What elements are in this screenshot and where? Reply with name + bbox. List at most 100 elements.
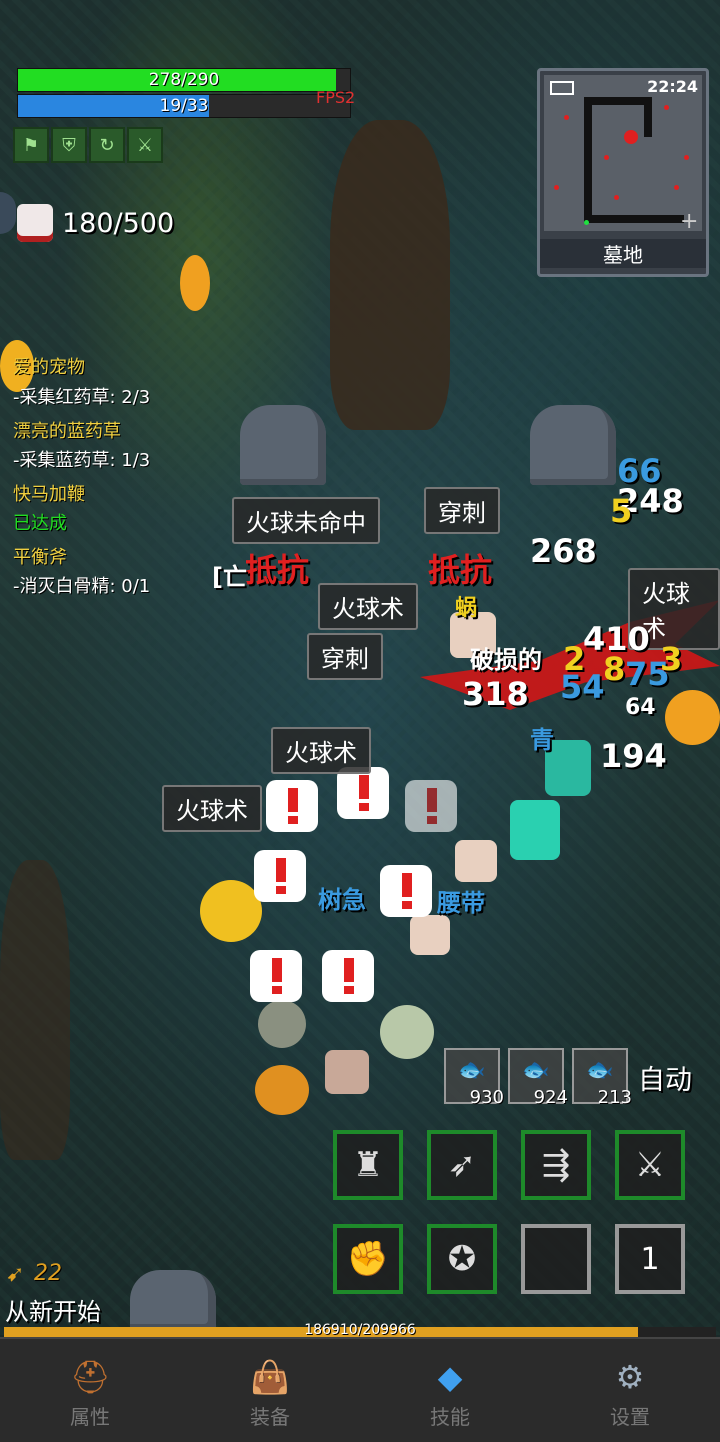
quest-title[interactable]: 平衡斧 [13,546,67,570]
enemy-dot [564,115,569,120]
tab-label: 属性 [70,1405,110,1429]
ghost[interactable] [258,1000,306,1048]
xp-bar: 186910/209966 [4,1322,716,1338]
blue-fish-item[interactable]: 🐟 924 [508,1048,568,1108]
alert-bubble [405,780,457,832]
quest-title[interactable]: 快马加鞭 [13,483,85,507]
fps-counter: FPS2 [316,88,356,107]
skill-star-swirl[interactable]: ✪ [427,1224,497,1294]
damage-number: 194 [600,737,667,775]
damage-number: 54 [560,668,605,706]
skill-label: 火球术 [162,785,262,832]
ghost[interactable] [380,1005,434,1059]
damage-number: 3 [660,640,683,678]
item-count: 213 [597,1087,632,1108]
crossed-swords-icon: ⚔ [634,1145,666,1185]
xp-text: 186910/209966 [304,1322,416,1338]
hooded-figure-icon: ♜ [352,1145,384,1185]
skull-icon [17,204,53,242]
bag-icon: 👜 [250,1358,290,1396]
bottom-nav: ⛑ 属性 👜 装备 ◆ 技能 ⚙ 设置 [0,1337,720,1442]
mp-text: 19/33 [159,96,209,116]
skeleton[interactable] [325,1050,369,1094]
battery-icon [550,81,574,95]
gold-count: 22 [34,1261,62,1286]
damage-number: 268 [530,532,597,570]
quest-detail: -采集红药草: 2/3 [13,387,151,408]
tombstone [240,405,326,485]
alert-bubble [250,950,302,1002]
potion-slot-count: 1 [640,1241,660,1277]
swirl-buff-icon[interactable]: ↻ [89,127,125,163]
skill-hooded-figure[interactable]: ♜ [333,1130,403,1200]
skeleton[interactable] [410,915,450,955]
alert-bubble [266,780,318,832]
skill-label: 火球术 [271,727,371,774]
helmet-icon: ⛑ [70,1358,111,1396]
player-dot [584,220,589,225]
resist-text: 抵抗 [245,551,310,589]
quest-title[interactable]: 漂亮的蓝药草 [13,420,121,444]
gray-fish-item[interactable]: 🐟 213 [572,1048,632,1108]
skill-label: 火球未命中 [232,497,380,544]
auto-button[interactable]: 自动 [638,1058,692,1097]
zoom-icon[interactable]: + [680,209,698,234]
quest-title[interactable]: 爱的宠物 [13,356,85,380]
skill-triple-arrow[interactable]: ⇶ [521,1130,591,1200]
enemy-dot [674,185,679,190]
alert-bubble [337,767,389,819]
quest-detail: -采集蓝药草: 1/3 [13,450,151,471]
minimap[interactable]: + 22:24 墓地 [537,68,709,277]
item-count: 930 [469,1087,504,1108]
skill-crossed-swords[interactable]: ⚔ [615,1130,685,1200]
damage-number: 318 [462,675,529,713]
minimap-view: + [544,75,702,234]
archer-buff-icon[interactable]: ⚑ [13,127,49,163]
hp-bar: 278/290 [17,68,351,92]
skill-wing-dash[interactable]: ➶ [427,1130,497,1200]
wall [644,97,652,137]
wall [584,97,592,215]
wall [584,97,644,105]
tab-attributes[interactable]: ⛑ 属性 [0,1339,180,1442]
fist-icon: ✊ [346,1239,390,1279]
tab-label: 装备 [250,1405,290,1429]
tab-settings[interactable]: ⚙ 设置 [540,1339,720,1442]
star-swirl-icon: ✪ [447,1239,477,1279]
tree-trunk [330,120,450,430]
tombstone [530,405,616,485]
loot-text: [亡 [212,563,247,591]
gray-fish-icon: 🐟 [586,1058,614,1083]
quest-detail: 已达成 [13,513,67,534]
fire-spirit[interactable] [665,690,720,745]
quest-detail: -消灭白骨精: 0/1 [13,576,151,597]
potion-slot[interactable]: 1 [615,1224,685,1294]
sword-buff-icon[interactable]: ⚔ [127,127,163,163]
tab-skills[interactable]: ◆ 技能 [360,1339,540,1442]
alert-bubble [380,865,432,917]
tab-label: 设置 [610,1405,650,1429]
enemy-dot [554,185,559,190]
kill-counter: 180/500 [62,208,175,239]
enemy-dot [614,195,619,200]
skill-slot-empty[interactable] [521,1224,591,1294]
clock: 22:24 [647,77,698,96]
shield-buff-icon[interactable]: ⛨ [51,127,87,163]
fireball [180,255,210,311]
loot-text: 腰带 [437,889,485,917]
fire-spirit[interactable] [200,880,262,942]
skill-fist[interactable]: ✊ [333,1224,403,1294]
tab-equipment[interactable]: 👜 装备 [180,1339,360,1442]
skill-label: 火球术 [318,583,418,630]
damage-number: 8 [603,650,626,688]
blue-fish-icon: 🐟 [522,1058,550,1083]
red-fish-item[interactable]: 🐟 930 [444,1048,504,1108]
enemy-dot [624,130,638,144]
tab-label: 技能 [430,1405,470,1429]
teal-skeleton[interactable] [510,800,560,860]
hp-text: 278/290 [148,70,220,90]
skeleton[interactable] [455,840,497,882]
item-count: 924 [533,1087,568,1108]
fire-spirit[interactable] [255,1065,309,1115]
loot-text: 青 [530,726,554,754]
